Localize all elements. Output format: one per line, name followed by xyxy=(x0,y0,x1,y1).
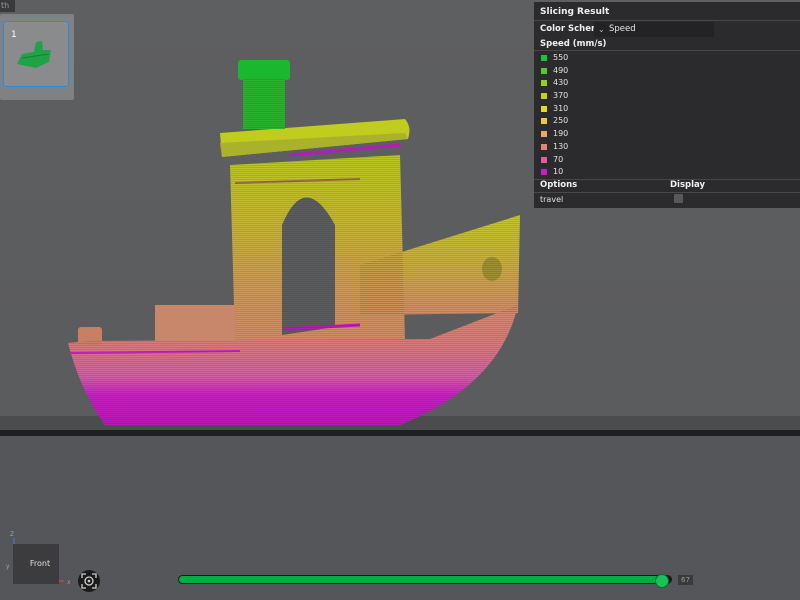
build-plate xyxy=(0,416,800,600)
axis-z-label: Z xyxy=(10,531,14,538)
legend-value: 70 xyxy=(553,154,564,164)
focus-view-button[interactable] xyxy=(78,570,100,592)
divider xyxy=(534,50,800,51)
layer-slider-fill xyxy=(179,576,664,583)
legend-value: 550 xyxy=(553,53,569,62)
panel-title: Slicing Result xyxy=(540,7,610,17)
options-header: Options xyxy=(540,180,578,190)
color-scheme-dropdown[interactable]: ⌄ Speed xyxy=(594,22,714,37)
model-thumbnail-icon xyxy=(17,41,51,68)
view-cube[interactable]: Front xyxy=(13,544,59,584)
focus-target-icon xyxy=(81,573,97,589)
divider xyxy=(534,192,800,193)
color-scheme-value: Speed xyxy=(609,24,636,34)
travel-option-label: travel xyxy=(540,195,564,204)
speed-legend-header: Speed (mm/s) xyxy=(540,39,607,49)
display-header: Display xyxy=(670,180,706,190)
legend-swatch xyxy=(541,131,547,138)
layer-slider-handle[interactable] xyxy=(654,574,669,588)
panel-tab-stub[interactable]: th xyxy=(0,0,15,12)
plate-thumbnail-panel[interactable]: 1 xyxy=(0,14,74,100)
legend-swatch xyxy=(541,80,547,87)
legend-swatch xyxy=(541,143,547,150)
view-cube-label: Front xyxy=(29,559,51,568)
layer-slider-value: 67 xyxy=(678,575,693,585)
axis-y-label: y xyxy=(6,563,10,570)
slicing-result-panel: Slicing Result Color Scheme ⌄ Speed Spee… xyxy=(534,2,800,208)
travel-display-checkbox[interactable] xyxy=(674,194,683,203)
legend-value: 370 xyxy=(553,91,569,101)
benchy-model[interactable] xyxy=(60,55,540,435)
legend-value: 10 xyxy=(553,167,564,177)
legend-value: 130 xyxy=(553,141,569,151)
axis-x-label: x xyxy=(67,579,71,586)
legend-swatch xyxy=(541,93,547,100)
legend-swatch xyxy=(541,67,547,74)
legend-value: 430 xyxy=(553,78,569,88)
legend-value: 250 xyxy=(553,116,569,126)
legend-swatch xyxy=(541,169,547,176)
legend-swatch xyxy=(541,55,547,61)
legend-value: 490 xyxy=(553,65,569,75)
layer-slider-track[interactable] xyxy=(178,575,672,584)
divider xyxy=(534,20,800,21)
legend-swatch xyxy=(541,156,547,163)
chevron-down-icon: ⌄ xyxy=(598,25,605,34)
legend-value: 190 xyxy=(553,129,569,139)
legend-swatch xyxy=(541,118,547,125)
legend-value: 310 xyxy=(553,103,569,113)
legend-swatch xyxy=(541,105,547,112)
